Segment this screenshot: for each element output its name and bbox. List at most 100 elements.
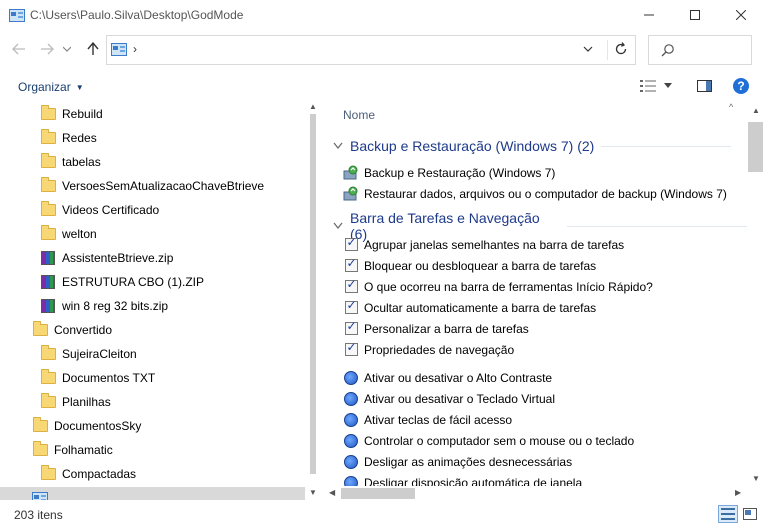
forward-button[interactable] bbox=[36, 38, 58, 60]
nav-tree-item[interactable]: Planilhas bbox=[40, 391, 111, 413]
nav-tree-item[interactable]: SujeiraCleiton bbox=[40, 343, 137, 365]
content-horizontal-scrollbar[interactable]: ◀ ▶ bbox=[325, 486, 747, 500]
list-item[interactable]: Desligar disposição automática de janela bbox=[343, 472, 582, 486]
taskbar-icon bbox=[343, 277, 359, 295]
nav-tree-item[interactable]: DocumentosSky bbox=[32, 415, 141, 437]
nav-tree-item[interactable]: VersoesSemAtualizacaoChaveBtrieve bbox=[40, 175, 264, 197]
organize-button[interactable]: Organizar ▼ bbox=[18, 80, 84, 94]
recent-locations-button[interactable] bbox=[60, 38, 74, 60]
list-item[interactable]: Desligar as animações desnecessárias bbox=[343, 451, 572, 472]
help-button[interactable]: ? bbox=[733, 78, 749, 94]
nav-tree-item-label: win 8 reg 32 bits.zip bbox=[62, 299, 169, 313]
list-item[interactable]: Personalizar a barra de tarefas bbox=[343, 318, 529, 339]
folder-icon bbox=[40, 177, 56, 193]
large-icons-view-icon bbox=[743, 508, 757, 520]
ease-of-access-icon bbox=[343, 412, 359, 428]
scroll-down-arrow-icon[interactable]: ▼ bbox=[752, 474, 760, 483]
nav-tree-item[interactable]: welton bbox=[40, 223, 97, 245]
scroll-up-arrow-icon[interactable]: ▲ bbox=[309, 102, 317, 111]
search-input[interactable] bbox=[679, 40, 747, 60]
back-button[interactable] bbox=[8, 38, 30, 60]
taskbar-icon bbox=[343, 319, 359, 337]
details-view-button[interactable] bbox=[718, 505, 738, 523]
list-item-label: Backup e Restauração (Windows 7) bbox=[364, 165, 556, 180]
nav-tree-item[interactable]: Videos Certificado bbox=[40, 199, 159, 221]
navigation-pane-scrollbar[interactable]: ▲ ▼ bbox=[305, 102, 322, 500]
list-item[interactable]: Ativar teclas de fácil acesso bbox=[343, 409, 512, 430]
caret-down-icon: ▼ bbox=[75, 82, 84, 92]
nav-tree-item-label: Folhamatic bbox=[54, 443, 113, 457]
scroll-right-arrow-icon[interactable]: ▶ bbox=[735, 488, 741, 497]
nav-tree-item-label: VersoesSemAtualizacaoChaveBtrieve bbox=[62, 179, 265, 193]
nav-tree-item[interactable]: AssistenteBtrieve.zip bbox=[40, 247, 173, 269]
change-view-button[interactable] bbox=[640, 80, 672, 92]
nav-tree-item[interactable]: Folhamatic bbox=[32, 439, 113, 461]
nav-tree-item[interactable]: ESTRUTURA CBO (1).ZIP bbox=[40, 271, 204, 293]
command-bar: Organizar ▼ ? bbox=[0, 74, 764, 102]
nav-tree-item[interactable]: Compactadas bbox=[40, 463, 136, 485]
list-item[interactable]: Restaurar dados, arquivos ou o computado… bbox=[343, 183, 727, 204]
search-box[interactable] bbox=[648, 35, 752, 65]
list-item[interactable]: O que ocorreu na barra de ferramentas In… bbox=[343, 276, 653, 297]
taskbar-icon bbox=[343, 298, 359, 316]
nav-tree-item[interactable] bbox=[0, 487, 305, 500]
list-item-label: Desligar disposição automática de janela bbox=[364, 475, 583, 487]
up-button[interactable] bbox=[82, 38, 104, 60]
list-item[interactable]: Backup e Restauração (Windows 7) bbox=[343, 162, 555, 183]
nav-tree-item-label: DocumentosSky bbox=[54, 419, 142, 433]
minimize-button[interactable] bbox=[626, 0, 672, 30]
content-vertical-scrollbar[interactable]: ▲ ▼ bbox=[747, 102, 764, 486]
minimize-icon bbox=[644, 14, 654, 16]
nav-tree-item[interactable]: Rebuild bbox=[40, 103, 103, 125]
address-dropdown-button[interactable] bbox=[583, 42, 593, 59]
list-item[interactable]: Ativar ou desativar o Teclado Virtual bbox=[343, 388, 555, 409]
folder-icon bbox=[40, 369, 56, 385]
scroll-up-arrow-icon[interactable]: ▲ bbox=[752, 106, 760, 115]
large-icons-view-button[interactable] bbox=[740, 505, 760, 523]
nav-tree-item[interactable]: Redes bbox=[40, 127, 97, 149]
nav-tree-item[interactable]: tabelas bbox=[40, 151, 101, 173]
scroll-thumb[interactable] bbox=[748, 122, 763, 172]
group-divider bbox=[567, 225, 747, 227]
list-item[interactable]: Ocultar automaticamente a barra de taref… bbox=[343, 297, 596, 318]
preview-pane-button[interactable] bbox=[697, 80, 712, 95]
nav-tree-item-label: SujeiraCleiton bbox=[62, 347, 137, 361]
list-item[interactable]: Agrupar janelas semelhantes na barra de … bbox=[343, 234, 624, 255]
maximize-button[interactable] bbox=[672, 0, 718, 30]
scroll-left-arrow-icon[interactable]: ◀ bbox=[329, 488, 335, 497]
nav-tree-item-label: Compactadas bbox=[62, 467, 137, 481]
taskbar-icon bbox=[343, 340, 359, 358]
nav-tree-item-label: AssistenteBtrieve.zip bbox=[62, 251, 174, 265]
item-count: 203 itens bbox=[14, 508, 63, 522]
address-bar[interactable]: › bbox=[106, 35, 636, 65]
chevron-down-icon[interactable] bbox=[333, 139, 343, 153]
nav-tree-item-label: Convertido bbox=[54, 323, 113, 337]
scroll-thumb[interactable] bbox=[310, 114, 316, 474]
list-item[interactable]: Ativar ou desativar o Alto Contraste bbox=[343, 367, 552, 388]
list-item-label: Personalizar a barra de tarefas bbox=[364, 321, 529, 336]
list-item-label: Ocultar automaticamente a barra de taref… bbox=[364, 300, 597, 315]
chevron-down-icon[interactable] bbox=[333, 219, 343, 233]
refresh-button[interactable] bbox=[613, 41, 629, 60]
nav-tree-item[interactable]: win 8 reg 32 bits.zip bbox=[40, 295, 168, 317]
nav-tree-item[interactable]: Documentos TXT bbox=[40, 367, 155, 389]
scroll-thumb[interactable] bbox=[341, 488, 415, 499]
scroll-down-arrow-icon[interactable]: ▼ bbox=[309, 488, 317, 497]
column-header-name[interactable]: Nome bbox=[343, 108, 375, 122]
close-button[interactable] bbox=[718, 0, 764, 30]
nav-tree-item-label: welton bbox=[62, 227, 97, 241]
list-item[interactable]: Controlar o computador sem o mouse ou o … bbox=[343, 430, 634, 451]
question-mark-icon: ? bbox=[737, 79, 745, 93]
folder-icon bbox=[40, 393, 56, 409]
folder-icon bbox=[40, 465, 56, 481]
organize-label: Organizar bbox=[18, 80, 71, 94]
breadcrumb-chevron[interactable]: › bbox=[133, 42, 137, 56]
list-item-label: Propriedades de navegação bbox=[364, 342, 515, 357]
caret-down-icon bbox=[664, 83, 672, 88]
list-item[interactable]: Bloquear ou desbloquear a barra de taref… bbox=[343, 255, 596, 276]
group-title: Backup e Restauração (Windows 7) (2) bbox=[350, 138, 595, 154]
folder-icon bbox=[32, 417, 48, 433]
list-item[interactable]: Propriedades de navegação bbox=[343, 339, 514, 360]
nav-tree-item[interactable]: Convertido bbox=[32, 319, 112, 341]
group-header[interactable]: Backup e Restauração (Windows 7) (2) bbox=[333, 138, 732, 154]
